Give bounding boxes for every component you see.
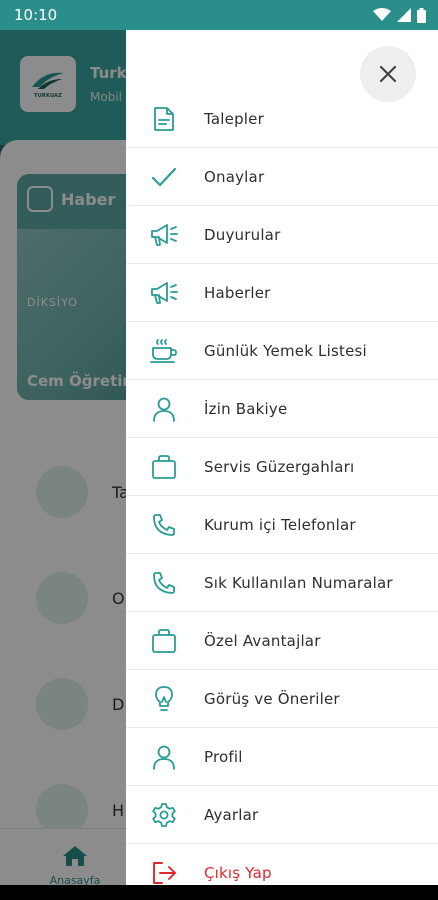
- megaphone-icon: [150, 221, 178, 249]
- bag-icon: [150, 627, 178, 655]
- menu-item-talepler[interactable]: Talepler: [126, 90, 438, 148]
- menu-item-label: Duyurular: [204, 225, 281, 244]
- status-icons: [373, 7, 426, 23]
- phone-icon: [150, 511, 178, 539]
- menu-item-gunluk-yemek-listesi[interactable]: Günlük Yemek Listesi: [126, 322, 438, 380]
- menu-item-gorus-ve-oneriler[interactable]: Görüş ve Öneriler: [126, 670, 438, 728]
- menu-item-label: Ayarlar: [204, 805, 259, 824]
- menu-item-ozel-avantajlar[interactable]: Özel Avantajlar: [126, 612, 438, 670]
- menu-item-label: Servis Güzergahları: [204, 457, 355, 476]
- menu-item-label: Çıkış Yap: [204, 864, 272, 882]
- signal-icon: [397, 8, 411, 22]
- menu-item-sik-kullanilan-numaralar[interactable]: Sık Kullanılan Numaralar: [126, 554, 438, 612]
- menu-item-profil[interactable]: Profil: [126, 728, 438, 786]
- bag-icon: [150, 453, 178, 481]
- menu-item-ayarlar[interactable]: Ayarlar: [126, 786, 438, 844]
- menu-item-label: Görüş ve Öneriler: [204, 689, 340, 708]
- gear-icon: [150, 801, 178, 829]
- megaphone-icon: [150, 279, 178, 307]
- menu-item-haberler[interactable]: Haberler: [126, 264, 438, 322]
- system-navigation-bar: [0, 885, 438, 900]
- menu-item-kurum-ici-telefonlar[interactable]: Kurum içi Telefonlar: [126, 496, 438, 554]
- menu-item-label: Profil: [204, 747, 243, 766]
- menu-item-label: Talepler: [204, 109, 264, 128]
- close-icon: [379, 65, 397, 83]
- status-bar: 10:10: [0, 0, 438, 30]
- wifi-icon: [373, 8, 391, 21]
- phone-icon: [150, 569, 178, 597]
- menu-item-duyurular[interactable]: Duyurular: [126, 206, 438, 264]
- menu-item-label: Özel Avantajlar: [204, 631, 321, 650]
- menu-item-label: Onaylar: [204, 167, 265, 186]
- status-time: 10:10: [14, 6, 58, 24]
- navigation-drawer: Talepler Onaylar Duyurular Haberler Günl…: [126, 30, 438, 885]
- cup-icon: [150, 337, 178, 365]
- menu-item-servis-guzergahlari[interactable]: Servis Güzergahları: [126, 438, 438, 496]
- document-icon: [150, 105, 178, 133]
- menu-item-label: İzin Bakiye: [204, 399, 288, 418]
- check-icon: [150, 163, 178, 191]
- lightbulb-icon: [150, 685, 178, 713]
- menu-item-izin-bakiye[interactable]: İzin Bakiye: [126, 380, 438, 438]
- person-icon: [150, 743, 178, 771]
- menu-item-label: Kurum içi Telefonlar: [204, 515, 356, 534]
- drawer-menu: Talepler Onaylar Duyurular Haberler Günl…: [126, 90, 438, 900]
- battery-icon: [417, 7, 426, 23]
- logout-icon: [150, 859, 178, 887]
- menu-item-label: Haberler: [204, 283, 271, 302]
- menu-item-label: Günlük Yemek Listesi: [204, 341, 367, 360]
- person-icon: [150, 395, 178, 423]
- menu-item-onaylar[interactable]: Onaylar: [126, 148, 438, 206]
- menu-item-label: Sık Kullanılan Numaralar: [204, 573, 393, 592]
